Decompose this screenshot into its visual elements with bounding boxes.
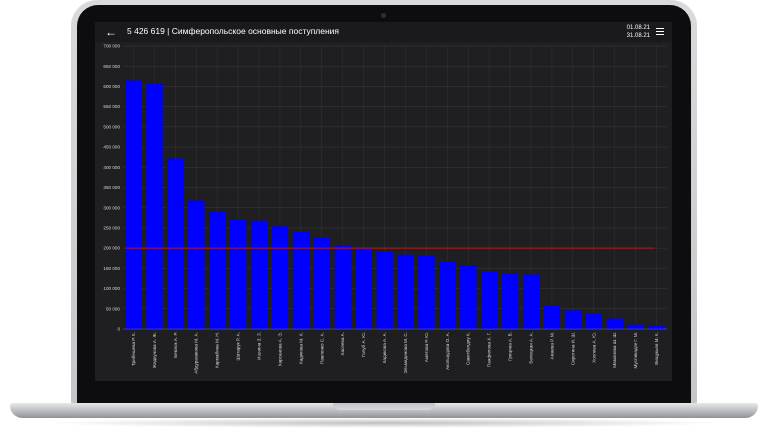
bar: [606, 318, 623, 329]
bar: [208, 211, 226, 329]
bar: [627, 324, 644, 329]
x-tick-label: Сиротина И. Ш.: [570, 332, 575, 365]
bar: [250, 220, 268, 329]
x-tick-label: Панфилова Х. Г.: [487, 332, 492, 367]
bar: [313, 237, 330, 329]
x-tick-label: Ишнина З. З.: [257, 332, 262, 360]
bar: [188, 200, 205, 329]
x-tick-label: Хохлева А. Ю.: [591, 332, 596, 363]
x-tick-label: Павленко С. А.: [319, 332, 324, 364]
bar: [501, 273, 519, 329]
x-tick-label: Карсанова А. Э.: [277, 332, 282, 366]
y-tick-label: 500 000: [103, 124, 120, 129]
x-tick-label: Аметова Р. Ю.: [424, 332, 429, 362]
x-tick-label: Шатарук Р. А.: [236, 332, 241, 360]
bar: [418, 255, 435, 329]
bar: [167, 158, 184, 329]
bar: [564, 310, 582, 329]
y-tick-label: 650 000: [103, 64, 120, 69]
y-tick-label: 300 000: [103, 205, 120, 210]
y-tick-label: 550 000: [103, 104, 120, 109]
y-tick-label: 0: [117, 327, 120, 332]
x-tick-label: Хасеева А.: [340, 332, 345, 356]
bar: [229, 219, 247, 329]
y-tick-label: 250 000: [103, 226, 120, 231]
y-tick-label: 700 000: [103, 44, 120, 49]
bar: [355, 248, 372, 329]
date-from: 01.08.21: [626, 25, 650, 31]
bar: [376, 251, 393, 329]
bar-chart: 0 50 000 100 000 150 000 200 000 250 000 300 0…: [103, 44, 667, 374]
x-tick-label: Амаева Р. М.: [549, 332, 554, 359]
x-tick-label: Кадикова А. А.: [382, 332, 387, 363]
laptop-shadow: [40, 418, 728, 428]
bar: [480, 271, 498, 329]
x-tick-label: Кадикова М. Х.: [298, 332, 303, 364]
bar: [543, 305, 561, 329]
x-tick-label: Абдуразакова М. А.: [194, 332, 199, 374]
bar: [397, 254, 414, 329]
y-tick-label: 200 000: [103, 246, 120, 251]
camera-icon: [381, 13, 386, 18]
date-to: 31.08.21: [626, 33, 650, 39]
back-arrow-icon[interactable]: ←: [103, 24, 119, 40]
y-tick-label: 600 000: [103, 84, 120, 89]
bottom-bezel: [95, 381, 672, 403]
x-tick-label: Мусликадзе Г. М.: [633, 332, 638, 368]
y-tick-label: 150 000: [103, 266, 120, 271]
app-header: ← 5 426 619 | Симферопольское основные п…: [95, 22, 672, 42]
bar: [522, 274, 540, 329]
bar: [585, 314, 602, 329]
x-tick-label: Трибешева Р. К.: [131, 332, 136, 366]
y-tick-label: 450 000: [103, 145, 120, 150]
page-title: 5 426 619 | Симферопольское основные пос…: [127, 26, 340, 36]
bar: [648, 325, 665, 329]
bar: [146, 83, 163, 329]
bar: [125, 80, 142, 329]
bar: [460, 265, 477, 329]
bar: [292, 231, 310, 329]
y-tick-label: 50 000: [106, 306, 120, 311]
bar: [271, 226, 289, 329]
x-tick-label: Сакетбелдиу К.: [466, 332, 471, 365]
x-tick-label: Мамонова Ш. Ш.: [612, 332, 617, 368]
x-tick-label: Грицина А. В.: [508, 332, 513, 361]
bar: [334, 245, 351, 329]
x-tick-label: Жидкунова А. Ж.: [152, 332, 157, 368]
y-tick-label: 350 000: [103, 185, 120, 190]
x-tick-label: Вищукьев М. К.: [654, 332, 659, 365]
app-screen: ← 5 426 619 | Симферопольское основные п…: [95, 22, 672, 381]
y-tick-label: 100 000: [103, 286, 120, 291]
date-range: 01.08.21 31.08.21: [627, 24, 650, 40]
bar: [439, 261, 456, 329]
menu-icon[interactable]: [655, 26, 666, 38]
x-tick-label: Акопшудова О. А.: [445, 332, 450, 370]
y-tick-label: 400 000: [103, 165, 120, 170]
x-tick-label: Голуб А. Ю.: [361, 332, 366, 357]
x-tick-label: Эльмидинова М. С.: [403, 332, 408, 373]
x-tick-label: Кармабина М. Н.: [215, 332, 220, 368]
x-tick-label: Бевзюк А. Р.: [173, 332, 178, 358]
laptop-notch: [333, 403, 435, 410]
x-tick-label: Белецкая А. А.: [529, 332, 534, 364]
